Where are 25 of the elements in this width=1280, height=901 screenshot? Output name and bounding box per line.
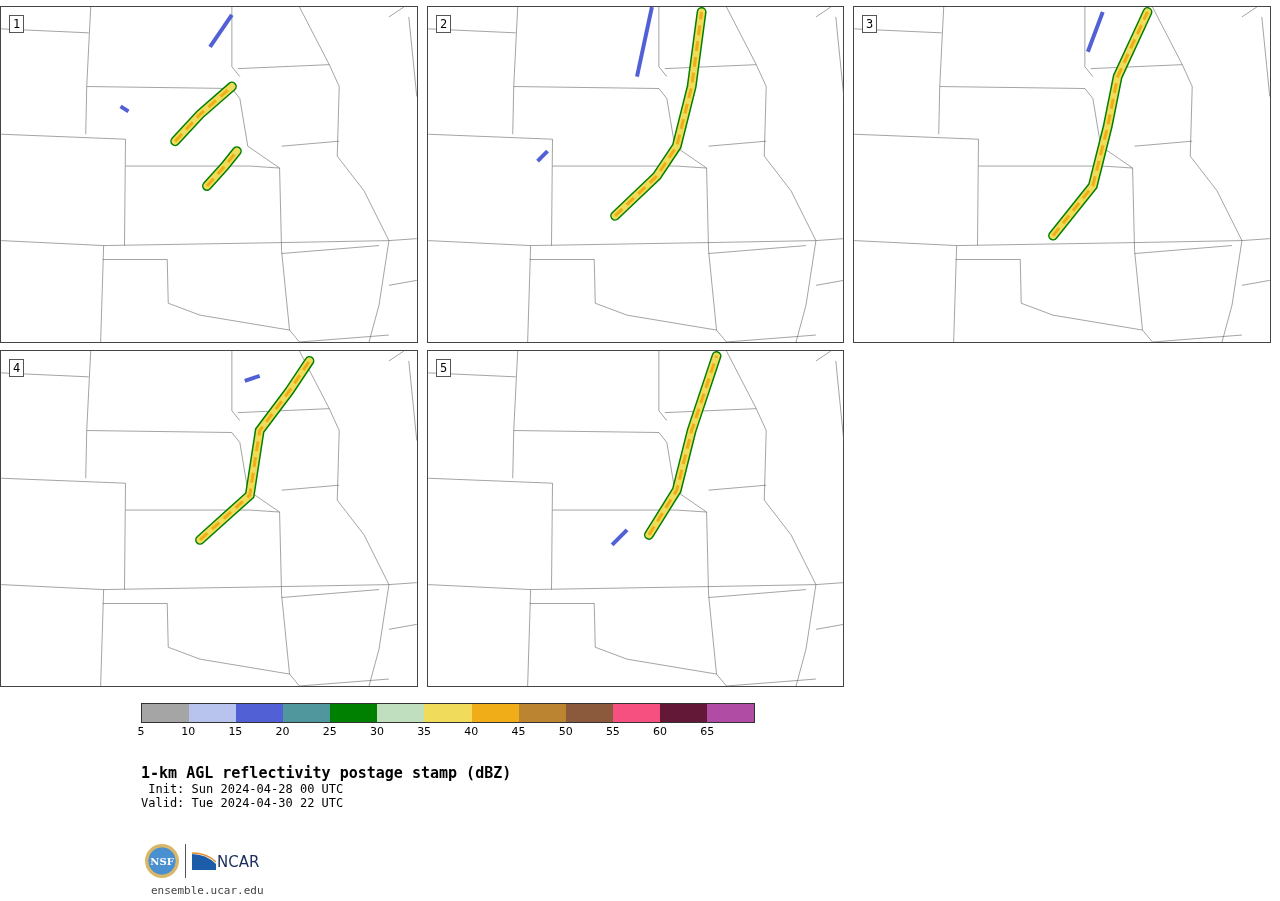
arc-logo-icon <box>192 852 216 870</box>
seal-logo: NSF <box>145 844 179 878</box>
panel-number: 2 <box>436 15 452 33</box>
tick-label: 30 <box>368 725 385 738</box>
tick-label: 45 <box>510 725 527 738</box>
valid-time: Valid: Tue 2024-04-30 22 UTC <box>141 796 345 810</box>
panel-number: 5 <box>436 359 452 377</box>
tick-label: 50 <box>557 725 574 738</box>
tick-label: 25 <box>321 725 338 738</box>
panel-number: 4 <box>9 359 25 377</box>
site-url: ensemble.ucar.edu <box>150 884 265 897</box>
tick-label: 40 <box>463 725 480 738</box>
tick-label: 35 <box>416 725 433 738</box>
plot-title: 1-km AGL reflectivity postage stamp (dBZ) <box>141 764 513 782</box>
tick-label: 5 <box>136 725 146 738</box>
tick-label: 55 <box>604 725 621 738</box>
tick-label: 10 <box>180 725 197 738</box>
panel-number: 1 <box>9 15 25 33</box>
panel-number: 3 <box>862 15 878 33</box>
tick-label: 65 <box>699 725 716 738</box>
ncar-wordmark: NCAR <box>217 855 260 870</box>
init-time: Init: Sun 2024-04-28 00 UTC <box>147 782 345 796</box>
tick-label: 20 <box>274 725 291 738</box>
tick-label: 15 <box>227 725 244 738</box>
tick-label: 60 <box>652 725 669 738</box>
